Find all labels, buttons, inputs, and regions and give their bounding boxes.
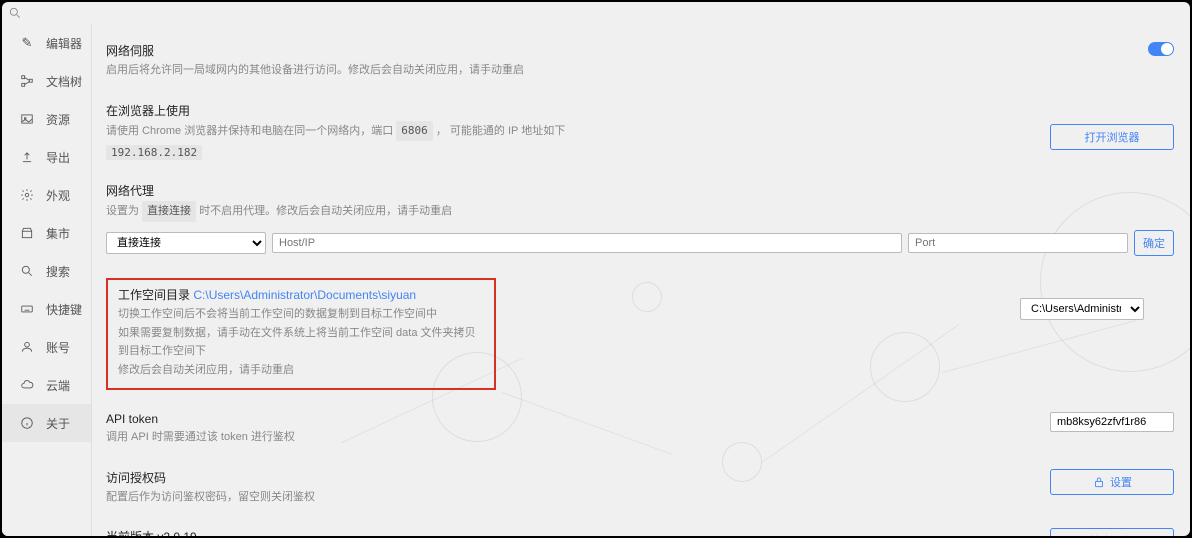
sidebar-item-appearance[interactable]: 外观: [2, 176, 91, 214]
section-title: 网络伺服: [106, 42, 1174, 59]
sidebar-item-label: 导出: [46, 149, 70, 166]
sidebar-item-resource[interactable]: 资源: [2, 100, 91, 138]
sidebar: ✎ 编辑器 文档树 资源 导出 外观 集市 搜索 快捷键 账号 云端 关于: [2, 24, 92, 536]
network-serve-toggle[interactable]: [1148, 42, 1174, 56]
sidebar-item-label: 集市: [46, 225, 70, 242]
sidebar-item-doctree[interactable]: 文档树: [2, 62, 91, 100]
proxy-mode-select[interactable]: 直接连接: [106, 232, 266, 254]
sidebar-item-label: 资源: [46, 111, 70, 128]
sidebar-item-cloud[interactable]: 云端: [2, 366, 91, 404]
search-icon: [20, 264, 34, 278]
user-icon: [20, 340, 34, 354]
sidebar-item-editor[interactable]: ✎ 编辑器: [2, 24, 91, 62]
open-browser-button[interactable]: 打开浏览器: [1050, 124, 1174, 150]
api-token-input[interactable]: [1050, 412, 1174, 432]
sidebar-item-label: 云端: [46, 377, 70, 394]
workspace-select[interactable]: C:\Users\Administrator\D: [1020, 298, 1144, 320]
lock-icon: [1092, 475, 1106, 489]
sidebar-item-about[interactable]: 关于: [2, 404, 91, 442]
section-title: 在浏览器上使用: [106, 102, 1174, 119]
market-icon: [20, 226, 34, 240]
section-title: 网络代理: [106, 182, 1174, 199]
sidebar-item-label: 搜索: [46, 263, 70, 280]
keyboard-icon: [20, 302, 34, 316]
section-title: 工作空间目录 C:\Users\Administrator\Documents\…: [118, 286, 484, 303]
sidebar-item-label: 关于: [46, 415, 70, 432]
section-desc: 切换工作空间后不会将当前工作空间的数据复制到目标工作空间中 如果需要复制数据，请…: [118, 305, 484, 380]
info-icon: [20, 416, 34, 430]
section-desc: 调用 API 时需要通过该 token 进行鉴权: [106, 428, 1174, 447]
ip-chip: 192.168.2.182: [106, 145, 202, 160]
cloud-icon: [20, 378, 34, 392]
section-title: 访问授权码: [106, 469, 1174, 486]
image-icon: [20, 112, 34, 126]
workspace-section: 工作空间目录 C:\Users\Administrator\Documents\…: [106, 278, 496, 390]
access-code-set-button[interactable]: 设置: [1050, 469, 1174, 495]
pencil-icon: ✎: [20, 35, 34, 51]
sidebar-item-account[interactable]: 账号: [2, 328, 91, 366]
section-desc: 设置为 直接连接 时不启用代理。修改后会自动关闭应用，请手动重启: [106, 201, 1174, 222]
sidebar-item-label: 账号: [46, 339, 70, 356]
sidebar-item-market[interactable]: 集市: [2, 214, 91, 252]
sidebar-item-export[interactable]: 导出: [2, 138, 91, 176]
sidebar-item-search[interactable]: 搜索: [2, 252, 91, 290]
access-code-section: 访问授权码 配置后作为访问鉴权密码，留空则关闭鉴权 设置: [106, 469, 1174, 507]
workspace-path-link[interactable]: C:\Users\Administrator\Documents\siyuan: [193, 288, 416, 302]
version-section: 当前版本 v2.0.19 浏览系统公告 检查更新: [106, 528, 1174, 536]
gear-icon: [20, 188, 34, 202]
browser-use-section: 在浏览器上使用 请使用 Chrome 浏览器并保持和电脑在同一个网络内，端口 6…: [106, 102, 1174, 161]
network-serve-section: 网络伺服 启用后将允许同一局域网内的其他设备进行访问。修改后会自动关闭应用，请手…: [106, 42, 1174, 80]
api-token-section: API token 调用 API 时需要通过该 token 进行鉴权: [106, 412, 1174, 447]
proxy-section: 网络代理 设置为 直接连接 时不启用代理。修改后会自动关闭应用，请手动重启 直接…: [106, 182, 1174, 256]
sidebar-item-label: 快捷键: [46, 301, 82, 318]
sidebar-item-shortcut[interactable]: 快捷键: [2, 290, 91, 328]
check-update-button[interactable]: 检查更新: [1050, 528, 1174, 536]
proxy-confirm-button[interactable]: 确定: [1134, 230, 1174, 256]
search-icon: [8, 6, 22, 20]
search-bar[interactable]: [2, 2, 1190, 24]
upload-icon: [20, 150, 34, 164]
sidebar-item-label: 文档树: [46, 73, 82, 90]
port-chip: 6806: [396, 121, 433, 142]
tree-icon: [20, 74, 34, 88]
section-desc: 配置后作为访问鉴权密码，留空则关闭鉴权: [106, 488, 1174, 507]
sidebar-item-label: 编辑器: [46, 35, 82, 52]
section-title: API token: [106, 412, 1174, 426]
section-desc: 启用后将允许同一局域网内的其他设备进行访问。修改后会自动关闭应用，请手动重启: [106, 61, 1174, 80]
proxy-host-input[interactable]: [272, 233, 902, 253]
section-title: 当前版本 v2.0.19: [106, 528, 1174, 536]
section-desc: 请使用 Chrome 浏览器并保持和电脑在同一个网络内，端口 6806 ， 可能…: [106, 121, 1174, 142]
main-panel: 网络伺服 启用后将允许同一局域网内的其他设备进行访问。修改后会自动关闭应用，请手…: [92, 24, 1190, 536]
proxy-port-input[interactable]: [908, 233, 1128, 253]
sidebar-item-label: 外观: [46, 187, 70, 204]
